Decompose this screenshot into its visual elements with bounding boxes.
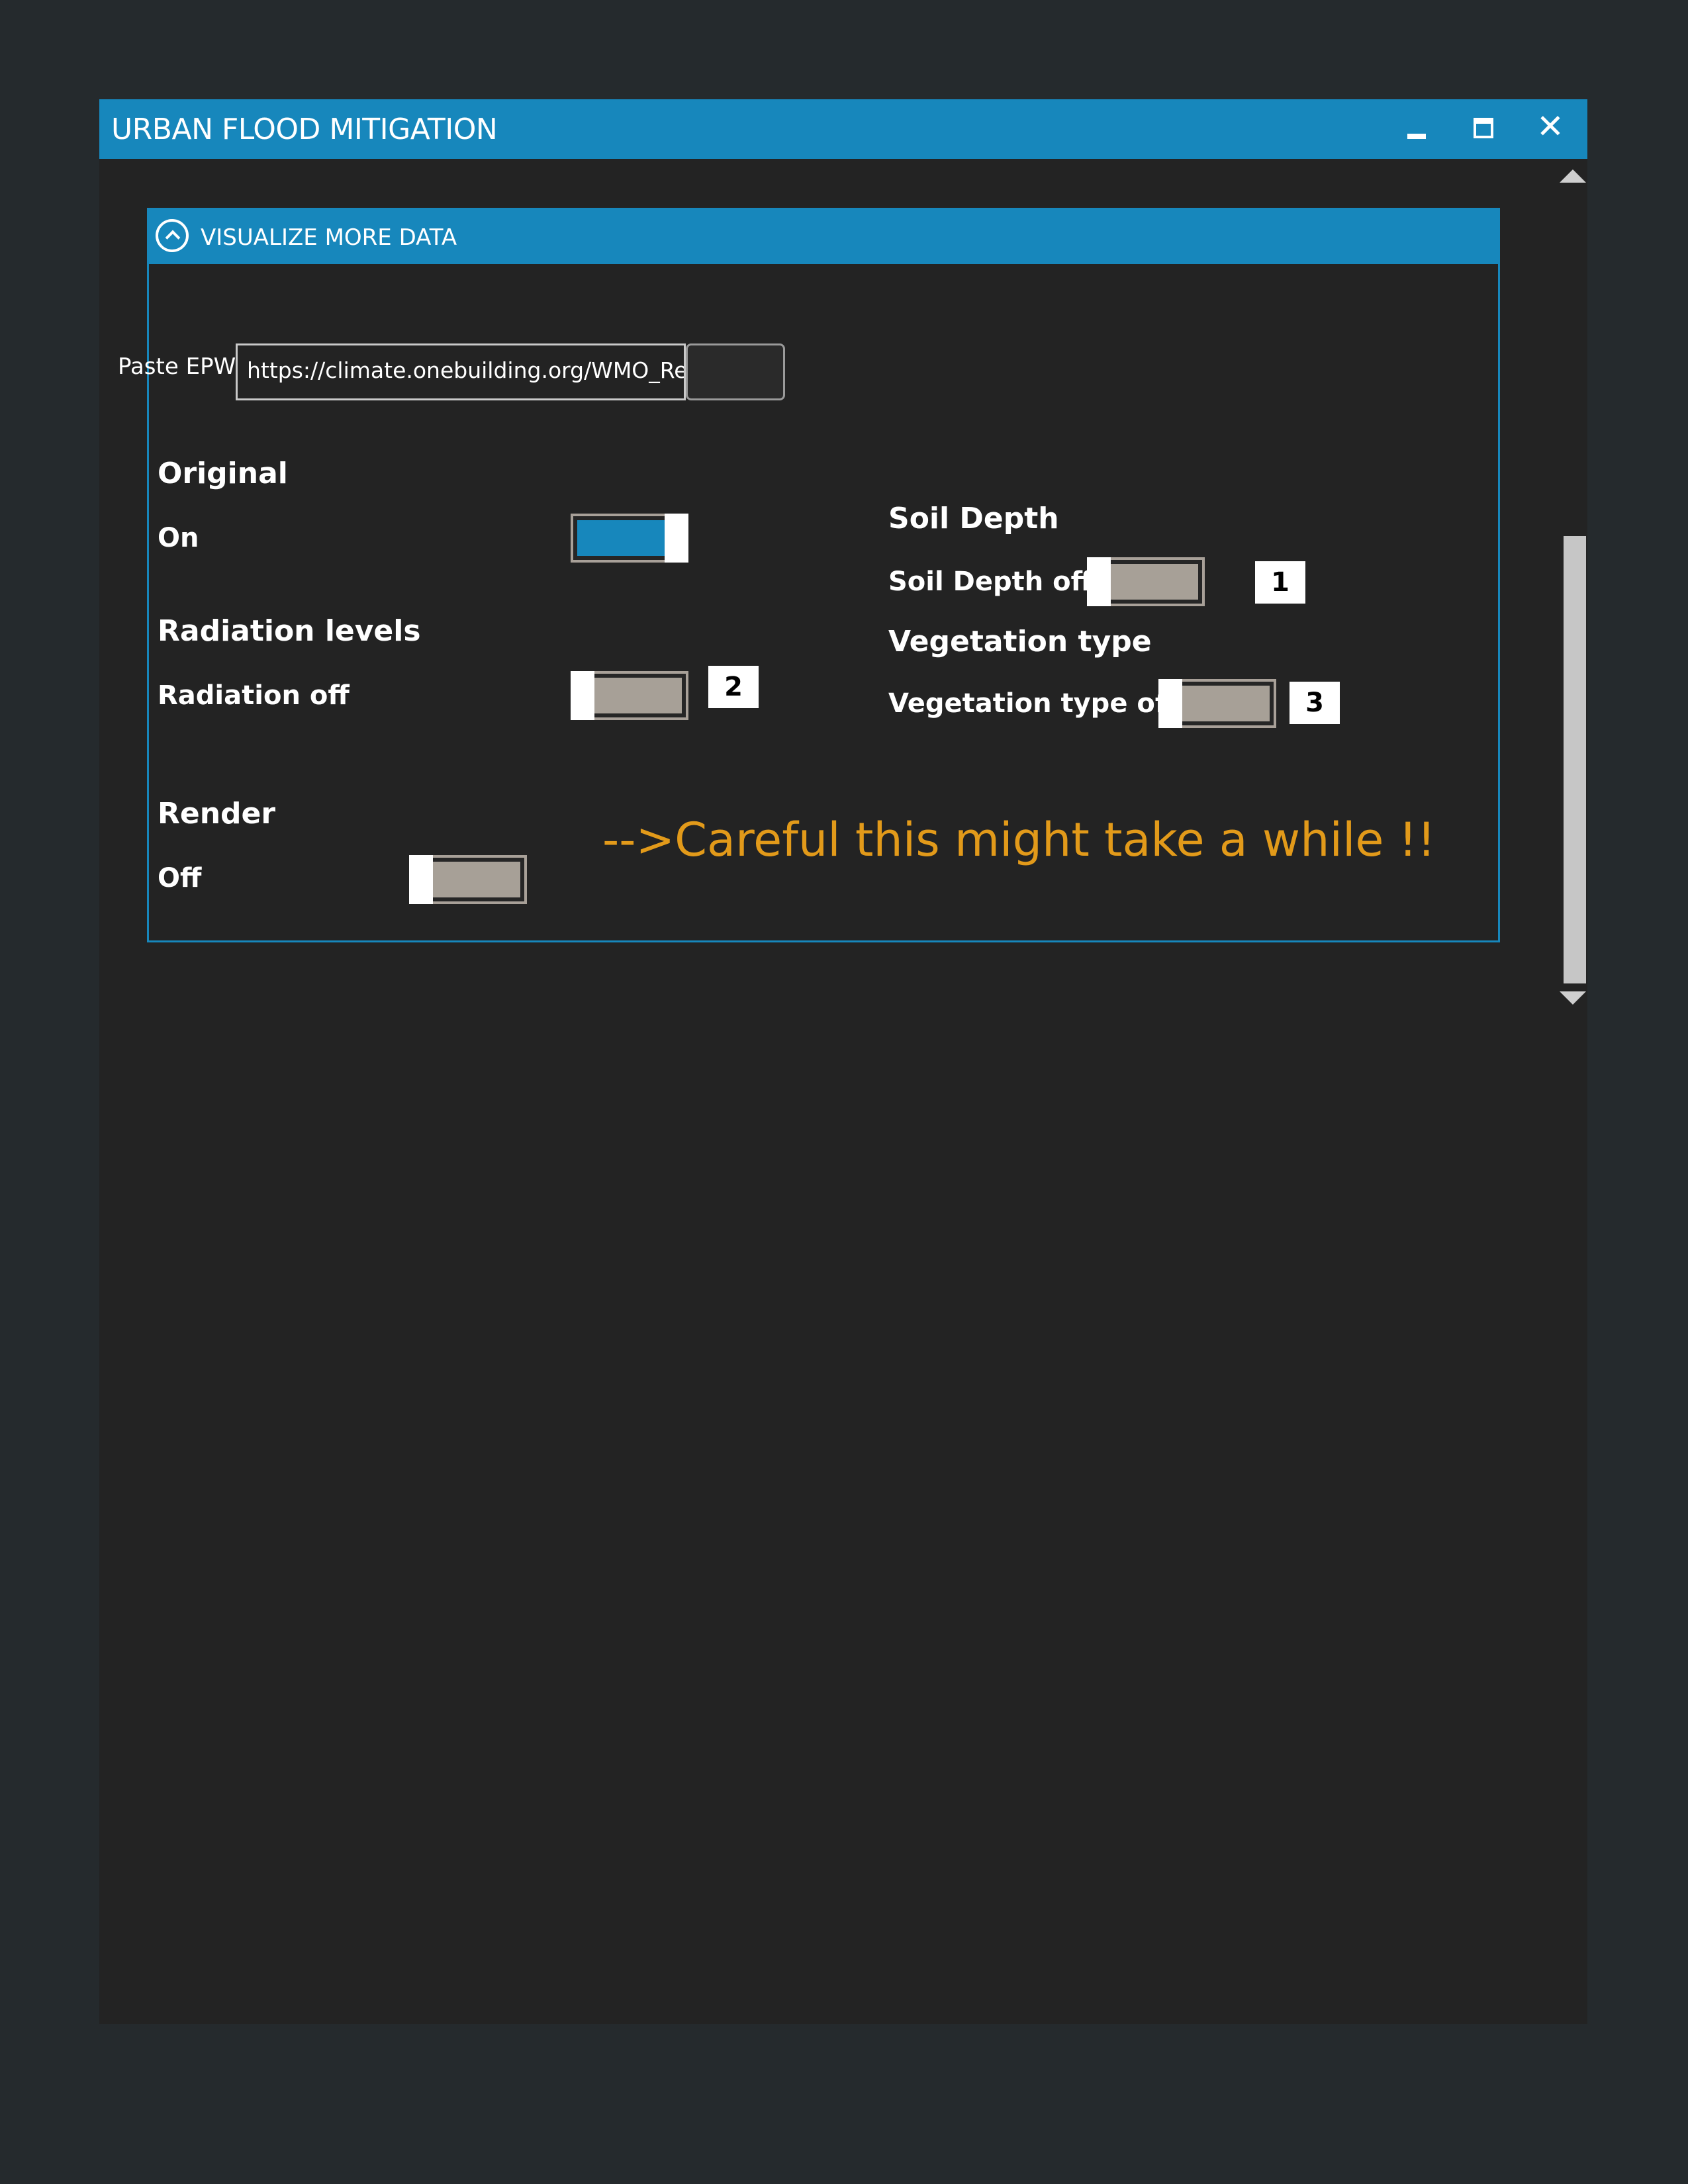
toggle-knob <box>1158 679 1182 728</box>
scroll-up-arrow[interactable] <box>1560 169 1586 183</box>
panel-title: VISUALIZE MORE DATA <box>201 224 457 251</box>
epw-label: Paste EPW <box>118 353 236 380</box>
radiation-state-label: Radiation off <box>158 680 350 711</box>
toggle-knob <box>1087 557 1111 606</box>
marker-badge-1: 1 <box>1255 561 1305 604</box>
original-toggle[interactable] <box>571 514 688 563</box>
render-heading: Render <box>158 797 276 831</box>
toggle-knob <box>409 855 433 904</box>
marker-badge-2: 2 <box>708 666 759 708</box>
maximize-icon <box>1474 118 1493 138</box>
maximize-button[interactable] <box>1456 106 1509 152</box>
epw-url-input[interactable]: https://climate.onebuilding.org/WMO_Re <box>236 343 686 400</box>
minimize-button[interactable] <box>1390 106 1443 152</box>
close-button[interactable]: ✕ <box>1524 106 1577 152</box>
radiation-heading: Radiation levels <box>158 614 421 648</box>
soil-depth-heading: Soil Depth <box>888 502 1059 535</box>
marker-badge-3: 3 <box>1289 682 1340 724</box>
panel-header[interactable]: VISUALIZE MORE DATA <box>149 210 1498 264</box>
scrollbar-thumb[interactable] <box>1564 536 1586 983</box>
render-state-label: Off <box>158 863 202 893</box>
original-state-label: On <box>158 523 199 553</box>
toggle-knob <box>571 671 594 720</box>
original-heading: Original <box>158 457 288 490</box>
close-icon: ✕ <box>1536 107 1564 146</box>
minimize-icon <box>1407 134 1426 139</box>
app-window: URBAN FLOOD MITIGATION ✕ VISUALIZE MORE … <box>99 99 1587 2024</box>
toggle-knob <box>665 514 688 563</box>
window-title: URBAN FLOOD MITIGATION <box>111 113 498 146</box>
epw-load-button[interactable] <box>686 343 785 400</box>
chevron-up-circle-icon[interactable] <box>156 219 189 252</box>
vegetation-toggle[interactable] <box>1158 679 1276 728</box>
scroll-down-arrow[interactable] <box>1560 991 1586 1005</box>
render-toggle[interactable] <box>409 855 527 904</box>
vegetation-heading: Vegetation type <box>888 625 1152 659</box>
title-bar[interactable]: URBAN FLOOD MITIGATION ✕ <box>99 99 1587 159</box>
soil-depth-state-label: Soil Depth off <box>888 567 1093 597</box>
vegetation-state-label: Vegetation type off <box>888 688 1177 719</box>
render-warning-text: -->Careful this might take a while !! <box>602 813 1436 867</box>
radiation-toggle[interactable] <box>571 671 688 720</box>
soil-depth-toggle[interactable] <box>1087 557 1205 606</box>
